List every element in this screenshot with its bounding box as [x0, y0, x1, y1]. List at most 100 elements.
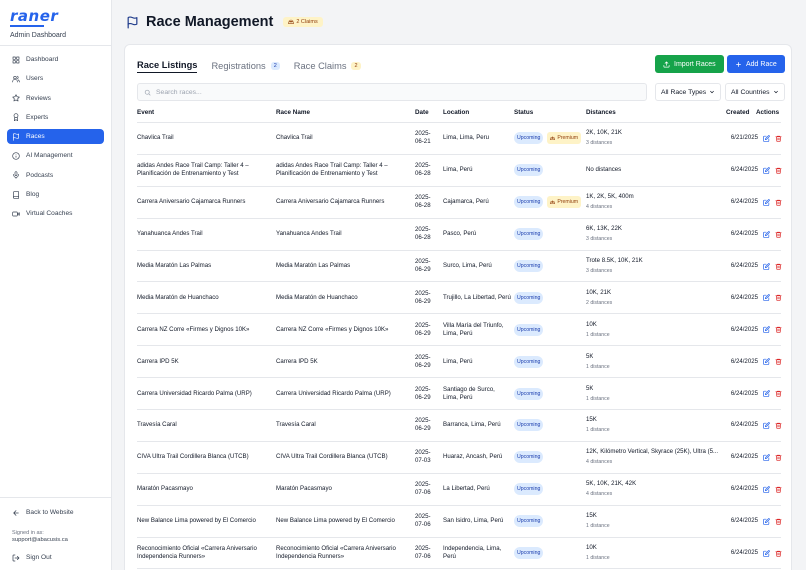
table-row[interactable]: CIVA Ultra Trail Cordillera Blanca (UTCB… [137, 442, 782, 474]
edit-button[interactable] [763, 198, 770, 206]
trash-icon [775, 422, 782, 429]
table-row[interactable]: Media Maratón de Huanchaco Media Maratón … [137, 282, 782, 315]
column-header-distances[interactable]: Distances [586, 109, 616, 116]
tab-race-claims[interactable]: Race Claims 2 [294, 61, 361, 73]
delete-button[interactable] [775, 134, 782, 142]
race-name-cell: adidas Andes Race Trail Camp: Taller 4 –… [276, 162, 388, 178]
tab-registrations[interactable]: Registrations 2 [211, 61, 280, 73]
distances-cell: 12K, Kilómetro Vertical, Skyrace (25K), … [586, 442, 724, 473]
sidebar-item-podcasts[interactable]: Podcasts [7, 168, 104, 183]
sidebar-item-races[interactable]: Races [7, 129, 104, 145]
table-row[interactable]: Media Maratón Las Palmas Media Maratón La… [137, 251, 782, 283]
sidebar-item-virtual-coaches[interactable]: Virtual Coaches [7, 206, 104, 221]
tab-label: Race Listings [137, 60, 198, 70]
table-row[interactable]: Carrera NZ Corre «Firmes y Dignos 10K» Ca… [137, 314, 782, 347]
status-cell: Upcoming [514, 282, 586, 313]
location-cell: San Isidro, Lima, Perú [443, 517, 504, 525]
edit-icon [763, 262, 770, 270]
video-icon [12, 211, 20, 217]
column-header-status[interactable]: Status [514, 109, 533, 116]
table-row[interactable]: Chavlica Trail Chavlica Trail 2025-06-21 Li… [137, 123, 782, 155]
add-race-button[interactable]: Add Race [727, 55, 785, 73]
edit-icon [763, 326, 770, 334]
delete-button[interactable] [775, 166, 782, 174]
sidebar-item-reviews[interactable]: Reviews [7, 91, 104, 106]
delete-button[interactable] [775, 485, 782, 493]
table-row[interactable]: Carrera IPD 5K Carrera IPD 5K 2025-06-29 Li… [137, 346, 782, 379]
claims-badge[interactable]: 2 Claims [283, 17, 323, 27]
date-cell: 2025-06-21 [415, 130, 431, 146]
edit-button[interactable] [763, 358, 770, 366]
delete-button[interactable] [775, 198, 782, 206]
status-cell: Upcoming Premium [514, 187, 586, 218]
table-row[interactable]: Yanahuanca Andes Trail Yanahuanca Andes T… [137, 219, 782, 251]
page-title: Race Management [146, 14, 274, 30]
race-name-cell: Carrera Universidad Ricardo Palma (URP) [276, 389, 391, 397]
event-cell: Carrera NZ Corre «Firmes y Dignos 10K» [137, 325, 250, 333]
tab-race-listings[interactable]: Race Listings [137, 60, 198, 73]
actions-cell [760, 538, 782, 569]
import-races-button[interactable]: Import Races [655, 55, 724, 73]
edit-button[interactable] [763, 421, 770, 429]
table-row[interactable]: Maratón Pacasmayo Maratón Pacasmayo 2025-0… [137, 474, 782, 506]
distances-list: 10K, 21K [586, 288, 612, 296]
column-header-date[interactable]: Date [415, 109, 429, 116]
edit-button[interactable] [763, 262, 770, 270]
delete-button[interactable] [775, 230, 782, 238]
sidebar-item-users[interactable]: Users [7, 71, 104, 86]
edit-button[interactable] [763, 390, 770, 398]
country-select[interactable]: All Countries [725, 83, 785, 101]
column-header-created[interactable]: Created [726, 109, 749, 116]
search-input[interactable] [156, 88, 636, 96]
trash-icon [775, 390, 782, 397]
sidebar-item-blog[interactable]: Blog [7, 187, 104, 202]
delete-button[interactable] [775, 549, 782, 557]
table-row[interactable]: Carrera Aniversario Cajamarca Runners Car… [137, 187, 782, 219]
date-cell: 2025-06-28 [415, 162, 431, 178]
distances-list: 12K, Kilómetro Vertical, Skyrace (25K), … [586, 448, 719, 456]
distance-count: 4 distances [586, 204, 613, 211]
table-row[interactable]: Travesía Caral Travesía Caral 2025-06-29 Ba… [137, 410, 782, 442]
table-row[interactable]: adidas Andes Race Trail Camp: Taller 4 –… [137, 155, 782, 187]
edit-button[interactable] [763, 326, 770, 334]
edit-button[interactable] [763, 294, 770, 302]
sidebar-item-experts[interactable]: Experts [7, 110, 104, 125]
edit-button[interactable] [763, 230, 770, 238]
sidebar-item-dashboard[interactable]: Dashboard [7, 52, 104, 67]
table-row[interactable]: Reconocimiento Oficial «Carrera Aniversa… [137, 538, 782, 570]
edit-button[interactable] [763, 134, 770, 142]
back-to-website-link[interactable]: Back to Website [7, 506, 105, 519]
delete-button[interactable] [775, 390, 782, 398]
delete-button[interactable] [775, 294, 782, 302]
edit-button[interactable] [763, 166, 770, 174]
delete-button[interactable] [775, 326, 782, 334]
status-cell: Upcoming [514, 410, 586, 441]
race-type-select[interactable]: All Race Types [655, 83, 721, 101]
delete-button[interactable] [775, 421, 782, 429]
date-cell: 2025-06-29 [415, 258, 431, 273]
column-header-location[interactable]: Location [443, 109, 469, 116]
delete-button[interactable] [775, 262, 782, 270]
date-cell: 2025-06-29 [415, 321, 431, 337]
actions-cell [760, 442, 782, 473]
table-row[interactable]: Carrera Universidad Ricardo Palma (URP) C… [137, 378, 782, 411]
actions-cell [760, 378, 782, 409]
status-badge: Upcoming [514, 323, 544, 336]
edit-button[interactable] [763, 485, 770, 493]
edit-button[interactable] [763, 549, 770, 557]
book-icon [13, 190, 19, 199]
table-row[interactable]: New Balance Lima powered by El Comercio N… [137, 506, 782, 538]
race-name-cell: Travesía Caral [276, 421, 316, 429]
delete-button[interactable] [775, 453, 782, 461]
status-cell: Upcoming [514, 538, 586, 569]
edit-button[interactable] [763, 453, 770, 461]
location-cell: Cajamarca, Perú [443, 198, 489, 206]
sidebar-item-ai-management[interactable]: AI Management [7, 148, 104, 163]
column-header-race-name[interactable]: Race Name [276, 109, 310, 116]
edit-button[interactable] [763, 517, 770, 525]
column-header-event[interactable]: Event [137, 109, 154, 116]
sign-out-button[interactable]: Sign Out [7, 551, 105, 564]
logo[interactable]: raner [10, 8, 101, 24]
delete-button[interactable] [775, 517, 782, 525]
delete-button[interactable] [775, 358, 782, 366]
